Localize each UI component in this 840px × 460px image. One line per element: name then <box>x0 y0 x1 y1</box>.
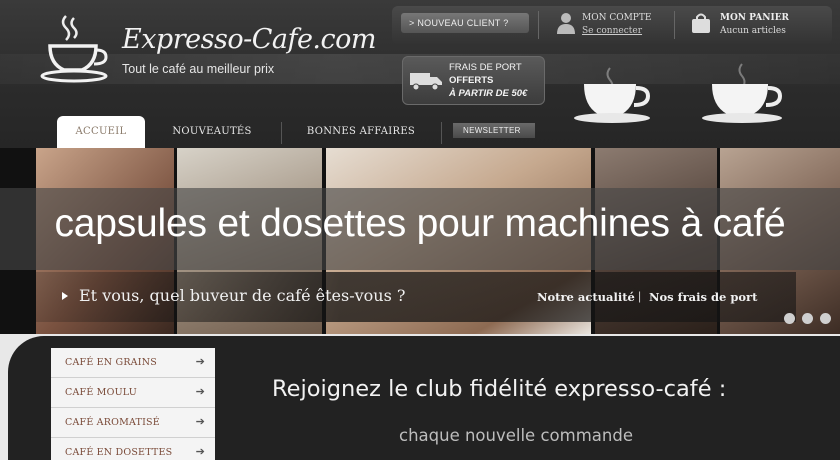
account-area[interactable]: MON COMPTE Se connecter <box>554 10 664 40</box>
play-triangle-icon <box>62 292 68 300</box>
category-item-grains[interactable]: CAFÉ EN GRAINS ➔ <box>51 348 215 378</box>
basket-title: MON PANIER <box>720 13 790 23</box>
account-title: MON COMPTE <box>582 13 652 23</box>
loyalty-club-title: Rejoignez le club fidélité expresso-café… <box>272 376 727 402</box>
tab-nouveautes[interactable]: NOUVEAUTÉS <box>160 116 264 148</box>
loyalty-club-subtitle: chaque nouvelle commande <box>399 426 633 445</box>
banner-title: capsules et dosettes pour machines à caf… <box>54 202 786 245</box>
site-header: Expresso-Cafe.com Tout le café au meille… <box>0 0 840 148</box>
top-account-bar: > NOUVEAU CLIENT ? MON COMPTE Se connect… <box>392 6 832 44</box>
coffee-cup-icon <box>40 15 108 83</box>
content-area: CAFÉ EN GRAINS ➔ CAFÉ MOULU ➔ CAFÉ AROMA… <box>0 334 840 460</box>
chevron-right-icon: ➔ <box>195 385 205 398</box>
main-navigation: ACCUEIL NOUVEAUTÉS BONNES AFFAIRES NEWSL… <box>0 116 840 148</box>
divider <box>281 122 282 144</box>
tab-accueil[interactable]: ACCUEIL <box>57 116 145 148</box>
link-separator: | <box>638 289 642 303</box>
basket-area[interactable]: MON PANIER Aucun articles <box>688 10 818 40</box>
banner-caption[interactable]: Et vous, quel buveur de café êtes-vous ? <box>79 286 405 305</box>
site-logo[interactable]: Expresso-Cafe.com Tout le café au meille… <box>40 12 377 92</box>
divider <box>441 122 442 144</box>
slide-dot-2[interactable] <box>802 313 813 324</box>
category-label: CAFÉ EN GRAINS <box>65 357 157 368</box>
tab-bonnes-affaires[interactable]: BONNES AFFAIRES <box>296 116 426 148</box>
category-item-moulu[interactable]: CAFÉ MOULU ➔ <box>51 378 215 408</box>
category-item-aromatise[interactable]: CAFÉ AROMATISÉ ➔ <box>51 408 215 438</box>
basket-status: Aucun articles <box>720 26 786 36</box>
shipping-line-1: FRAIS DE PORT <box>449 62 522 73</box>
category-label: CAFÉ AROMATISÉ <box>65 417 160 428</box>
login-link[interactable]: Se connecter <box>582 26 642 36</box>
link-frais-de-port[interactable]: Nos frais de port <box>649 290 757 304</box>
free-shipping-banner[interactable]: FRAIS DE PORT OFFERTS À PARTIR DE 50€ <box>402 56 545 105</box>
slide-dot-1[interactable] <box>784 313 795 324</box>
shopping-bag-icon <box>692 13 710 33</box>
category-menu: CAFÉ EN GRAINS ➔ CAFÉ MOULU ➔ CAFÉ AROMA… <box>51 348 215 460</box>
chevron-right-icon: ➔ <box>195 355 205 368</box>
logo-name: Expresso-Cafe.com <box>122 24 377 55</box>
new-client-button[interactable]: > NOUVEAU CLIENT ? <box>401 13 529 33</box>
shipping-line-2: OFFERTS <box>449 75 494 86</box>
slide-dot-3[interactable] <box>820 313 831 324</box>
shipping-line-3: À PARTIR DE 50€ <box>449 88 528 99</box>
user-icon <box>557 13 575 34</box>
category-label: CAFÉ MOULU <box>65 387 137 398</box>
newsletter-button[interactable]: NEWSLETTER <box>453 123 535 138</box>
category-item-dosettes[interactable]: CAFÉ EN DOSETTES ➔ <box>51 438 215 460</box>
chevron-right-icon: ➔ <box>195 445 205 458</box>
link-notre-actualite[interactable]: Notre actualité <box>537 290 635 304</box>
divider <box>674 11 675 39</box>
logo-tagline: Tout le café au meilleur prix <box>122 62 275 76</box>
hero-slideshow[interactable]: capsules et dosettes pour machines à caf… <box>0 148 840 334</box>
category-label: CAFÉ EN DOSETTES <box>65 447 173 458</box>
truck-icon <box>410 73 442 91</box>
divider <box>538 11 539 39</box>
chevron-right-icon: ➔ <box>195 415 205 428</box>
